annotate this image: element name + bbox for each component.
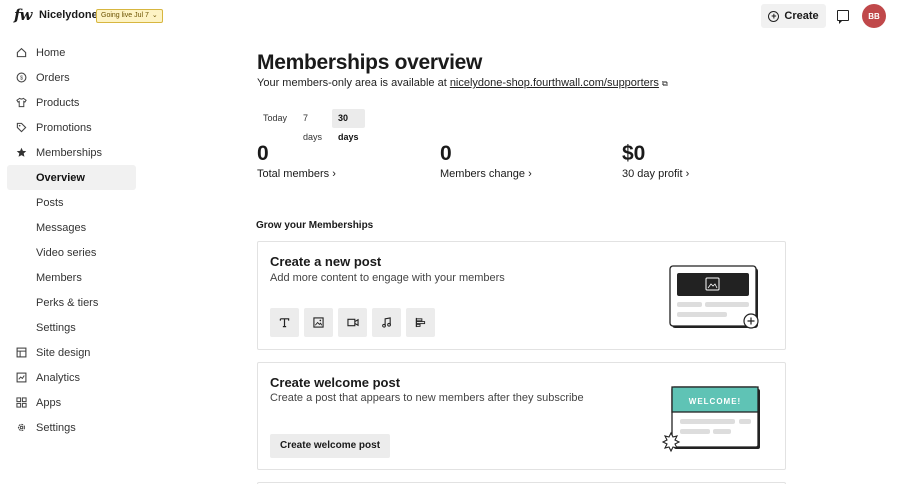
tab-today[interactable]: Today [257, 109, 293, 128]
audio-icon [382, 317, 391, 328]
apps-icon [16, 397, 27, 408]
star-icon [16, 147, 27, 157]
create-button[interactable]: + Create [761, 4, 826, 28]
new-post-illustration [669, 265, 759, 329]
stat-value: $0 [622, 142, 646, 165]
sidebar-item-label: Promotions [36, 121, 92, 134]
shirt-icon [16, 97, 27, 108]
create-welcome-post-button[interactable]: Create welcome post [270, 434, 391, 458]
video-icon [346, 318, 359, 327]
sidebar-item-label: Products [36, 96, 80, 109]
stat-members-change: 0 Members change › [440, 142, 532, 180]
poll-icon [415, 317, 426, 328]
subtitle-text: Your members-only area is available at [257, 77, 450, 89]
sidebar-item-label: Settings [36, 421, 76, 434]
sidebar-item-label: Apps [36, 396, 62, 409]
card-title: Create a new post [270, 254, 382, 269]
sidebar-item-label: Video series [36, 246, 97, 259]
image-icon [313, 317, 324, 328]
stat-value: 0 [440, 142, 452, 165]
post-type-toolbar [270, 308, 435, 337]
page-title: Memberships overview [257, 51, 483, 74]
image-post-button[interactable] [304, 308, 333, 337]
sidebar-item-label: Members [36, 271, 82, 284]
sidebar-item-home[interactable]: Home [0, 40, 140, 65]
sidebar-item-memberships[interactable]: Memberships [0, 140, 140, 165]
sidebar-item-perks-tiers[interactable]: Perks & tiers [0, 290, 140, 315]
stat-profit: $0 30 day profit › [622, 142, 689, 180]
sidebar-item-label: Orders [36, 71, 70, 84]
sidebar-item-label: Messages [36, 221, 87, 234]
tab-30-days[interactable]: 30 days [332, 109, 365, 142]
sidebar-item-label: Settings [36, 321, 76, 334]
tab-7-days[interactable]: 7 days [297, 109, 328, 142]
sidebar-item-label: Posts [36, 196, 64, 209]
tag-icon [16, 122, 27, 133]
sidebar-item-site-design[interactable]: Site design [0, 340, 140, 365]
audio-post-button[interactable] [372, 308, 401, 337]
create-label: Create [784, 10, 819, 22]
sidebar: Home $ Orders Products Promotions Member… [0, 40, 140, 440]
sidebar-item-settings[interactable]: Settings [0, 415, 140, 440]
welcome-illustration: WELCOME! [661, 386, 760, 453]
sidebar-item-overview[interactable]: Overview [7, 165, 136, 190]
video-post-button[interactable] [338, 308, 367, 337]
card-description: Add more content to engage with your mem… [270, 272, 505, 284]
avatar[interactable]: BB [862, 4, 886, 28]
svg-text:$: $ [20, 76, 23, 82]
sidebar-item-label: Memberships [36, 146, 103, 159]
chevron-right-icon: › [528, 168, 532, 180]
poll-post-button[interactable] [406, 308, 435, 337]
stat-link[interactable]: 30 day profit › [622, 168, 689, 180]
sidebar-item-label: Site design [36, 346, 91, 359]
stat-total-members: 0 Total members › [257, 142, 336, 180]
sidebar-item-membership-settings[interactable]: Settings [0, 315, 140, 340]
create-post-card: Create a new post Add more content to en… [257, 241, 786, 350]
sidebar-item-products[interactable]: Products [0, 90, 140, 115]
going-live-badge[interactable]: Going live Jul 7 ⌄ [96, 9, 163, 23]
section-heading: Grow your Memberships [256, 220, 374, 231]
sidebar-item-orders[interactable]: $ Orders [0, 65, 140, 90]
welcome-post-card: Create welcome post Create a post that a… [257, 362, 786, 470]
chevron-down-icon: ⌄ [151, 12, 158, 19]
stat-link[interactable]: Total members › [257, 168, 336, 180]
text-icon [279, 318, 290, 328]
layout-icon [16, 347, 27, 358]
sidebar-item-label: Perks & tiers [36, 296, 99, 309]
sidebar-item-label: Analytics [36, 371, 81, 384]
page-subtitle: Your members-only area is available at n… [257, 77, 668, 89]
plus-circle-icon: + [768, 10, 780, 22]
chart-icon [16, 372, 27, 383]
orders-icon: $ [16, 72, 27, 83]
gear-icon [17, 423, 26, 432]
going-live-label: Going live Jul 7 [101, 12, 149, 19]
logo[interactable]: fw [14, 6, 32, 24]
card-description: Create a post that appears to new member… [270, 392, 584, 404]
welcome-illustration-text: WELCOME! [689, 397, 741, 406]
top-bar: fw Nicelydone Going live Jul 7 ⌄ + Creat… [0, 0, 900, 32]
stat-link[interactable]: Members change › [440, 168, 532, 180]
sidebar-item-label: Home [36, 46, 66, 59]
sidebar-item-promotions[interactable]: Promotions [0, 115, 140, 140]
sidebar-item-members[interactable]: Members [0, 265, 140, 290]
supporters-link[interactable]: nicelydone-shop.fourthwall.com/supporter… [450, 77, 659, 89]
text-post-button[interactable] [270, 308, 299, 337]
chevron-right-icon: › [685, 168, 690, 180]
sidebar-item-apps[interactable]: Apps [0, 390, 140, 415]
sidebar-item-analytics[interactable]: Analytics [0, 365, 140, 390]
sidebar-item-video-series[interactable]: Video series [0, 240, 140, 265]
home-icon [16, 47, 27, 58]
date-range-tabs: Today 7 days 30 days [257, 109, 365, 142]
sidebar-item-messages[interactable]: Messages [0, 215, 140, 240]
stat-value: 0 [257, 142, 269, 165]
external-link-icon[interactable]: ⧉ [662, 79, 668, 88]
chat-icon[interactable] [837, 10, 849, 24]
card-title: Create welcome post [270, 375, 401, 390]
chevron-right-icon: › [332, 168, 336, 180]
store-name[interactable]: Nicelydone [39, 9, 98, 21]
sidebar-item-label: Overview [36, 171, 85, 184]
sidebar-item-posts[interactable]: Posts [0, 190, 140, 215]
